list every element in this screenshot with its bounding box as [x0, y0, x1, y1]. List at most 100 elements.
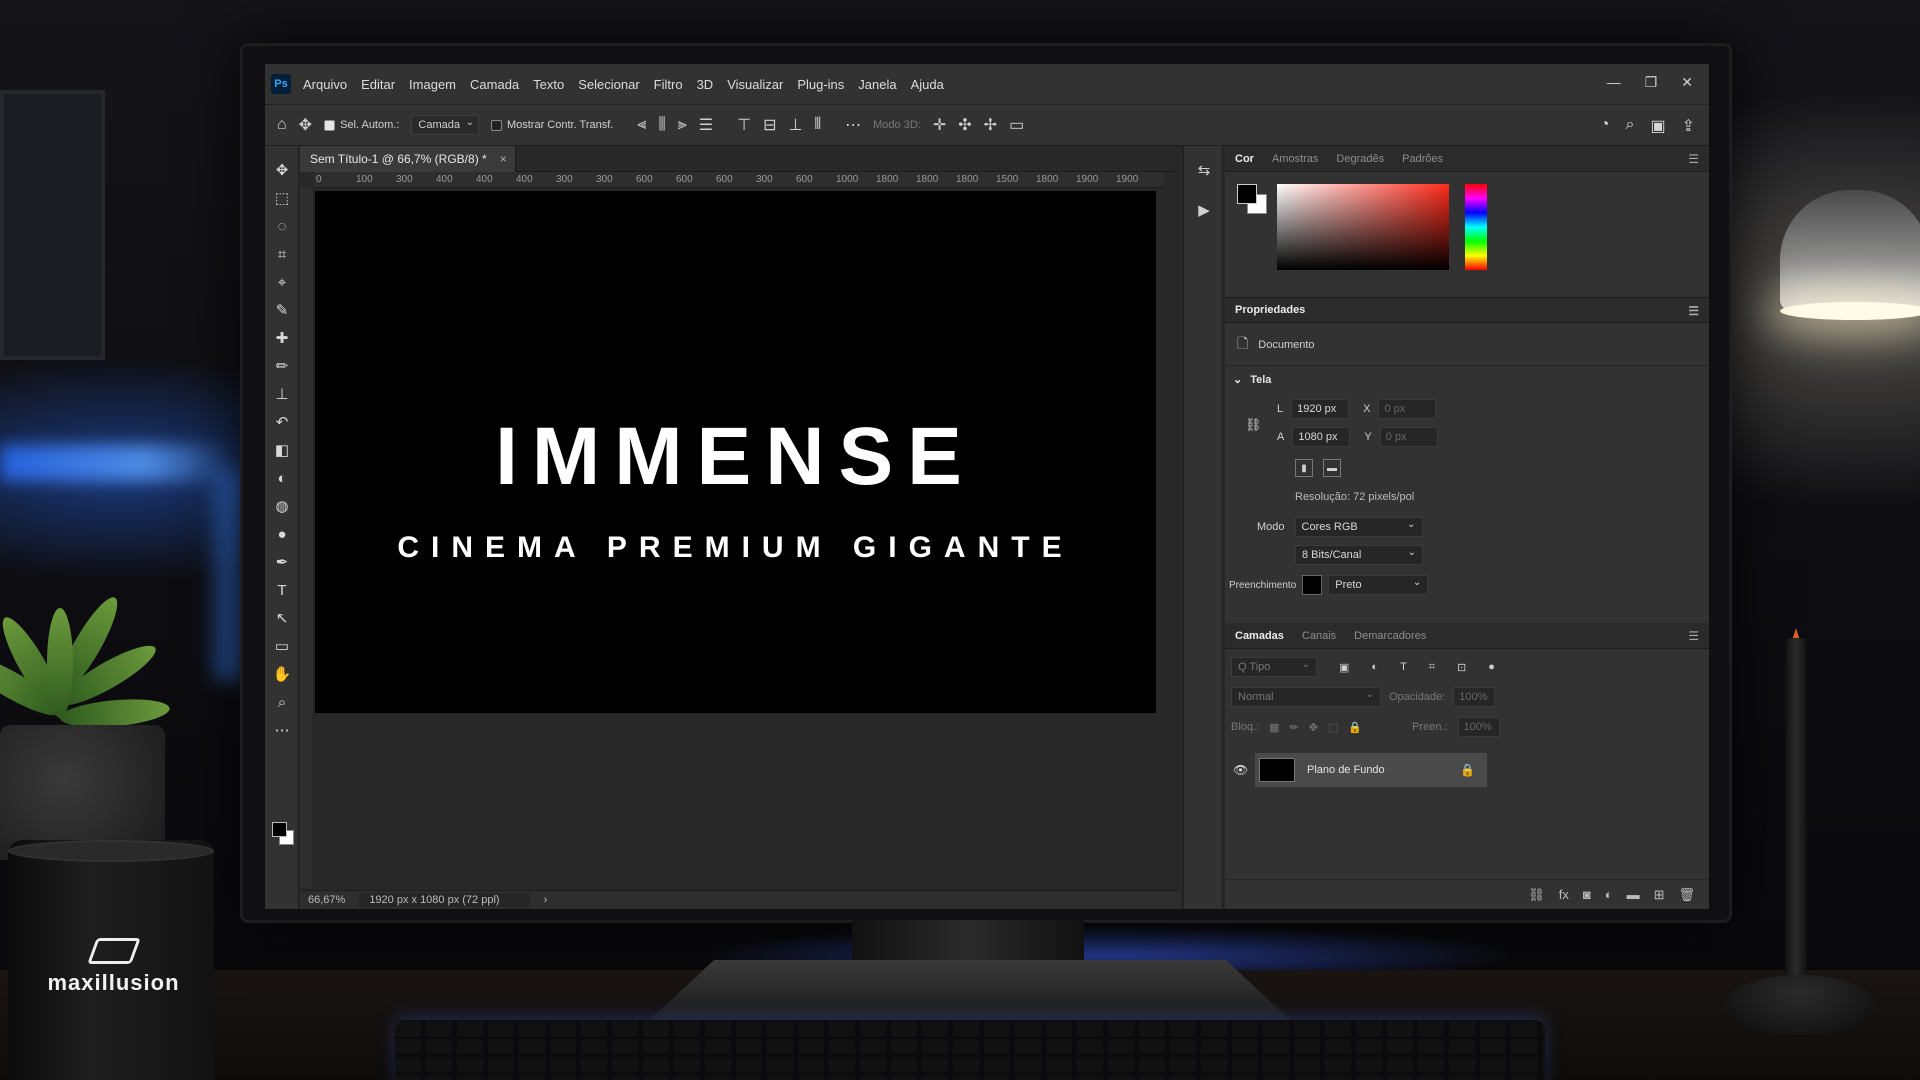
tab-padroes[interactable]: Padrões: [1402, 153, 1443, 165]
tab-cor[interactable]: Cor: [1235, 153, 1254, 165]
lock-pixels-icon[interactable]: ▦: [1269, 721, 1279, 734]
hue-slider[interactable]: [1465, 184, 1487, 270]
align-left-icon[interactable]: ⫷: [637, 116, 646, 134]
color-mode-dropdown[interactable]: Cores RGB: [1294, 517, 1423, 537]
menu-selecionar[interactable]: Selecionar: [578, 77, 639, 92]
eraser-tool-icon[interactable]: ◧: [265, 436, 299, 464]
layer-row[interactable]: 👁 Plano de Fundo 🔒: [1233, 753, 1487, 787]
type-tool-icon[interactable]: T: [265, 576, 299, 604]
document-info[interactable]: 1920 px x 1080 px (72 ppl): [359, 893, 530, 907]
move-tool-icon[interactable]: ✥: [265, 156, 299, 184]
filter-adjust-icon[interactable]: ◐: [1371, 661, 1378, 673]
color-picker-field[interactable]: [1277, 184, 1449, 270]
more-options-icon[interactable]: ⋯: [845, 115, 861, 135]
delete-layer-icon[interactable]: 🗑: [1678, 887, 1695, 903]
gradient-tool-icon[interactable]: ◐: [265, 464, 299, 492]
document-tab[interactable]: Sem Título-1 @ 66,7% (RGB/8) * ×: [300, 146, 516, 172]
tab-demarcadores[interactable]: Demarcadores: [1354, 630, 1426, 642]
layers-menu-icon[interactable]: ☰: [1688, 629, 1699, 643]
actions-panel-icon[interactable]: ▶: [1184, 194, 1224, 226]
stamp-tool-icon[interactable]: ⊥: [265, 380, 299, 408]
menu-janela[interactable]: Janela: [858, 77, 896, 92]
align-right-icon[interactable]: ⫸: [678, 116, 687, 134]
align-middle-icon[interactable]: ⊟: [763, 115, 776, 135]
pen-tool-icon[interactable]: ✒: [265, 548, 299, 576]
auto-select-box[interactable]: [324, 119, 336, 131]
distribute-icon[interactable]: ☰: [699, 115, 713, 135]
orbit-3d-icon[interactable]: ✛: [933, 115, 946, 135]
adjustment-layer-icon[interactable]: ◐: [1605, 887, 1613, 902]
align-center-icon[interactable]: ⫼: [658, 116, 665, 134]
x-input[interactable]: 0 px: [1378, 399, 1437, 419]
color-foreground-swatch[interactable]: [1237, 184, 1257, 204]
move-tool-preset-icon[interactable]: ✥: [299, 115, 312, 135]
distribute-vertical-icon[interactable]: ⫴: [814, 116, 821, 134]
auto-select-checkbox[interactable]: Sel. Autom.:: [324, 119, 399, 131]
fill-pct-input[interactable]: 100%: [1457, 717, 1500, 737]
bit-depth-dropdown[interactable]: 8 Bits/Canal: [1295, 545, 1423, 565]
learn-icon[interactable]: ◔: [1600, 116, 1610, 136]
menu-camada[interactable]: Camada: [470, 77, 519, 92]
menu-arquivo[interactable]: Arquivo: [303, 77, 347, 92]
canvas[interactable]: IMMENSE CINEMA PREMIUM GIGANTE: [315, 191, 1156, 713]
search-icon[interactable]: ⌕: [1626, 116, 1635, 136]
portrait-icon[interactable]: ▮: [1295, 459, 1313, 477]
link-layers-icon[interactable]: ⛓: [1528, 887, 1545, 903]
width-input[interactable]: 1920 px: [1291, 399, 1350, 419]
edit-toolbar-icon[interactable]: ⋯: [265, 716, 299, 744]
canvas-section[interactable]: ⌄ Tela: [1233, 373, 1271, 387]
shape-tool-icon[interactable]: ▭: [265, 632, 299, 660]
layer-filter-dropdown[interactable]: Q Tipo: [1231, 657, 1317, 677]
marquee-tool-icon[interactable]: ⬚: [265, 184, 299, 212]
hand-tool-icon[interactable]: ✋: [265, 660, 299, 688]
path-select-tool-icon[interactable]: ↖: [265, 604, 299, 632]
eye-icon[interactable]: 👁: [1233, 763, 1248, 777]
add-mask-icon[interactable]: ◙: [1583, 887, 1591, 902]
lock-paint-icon[interactable]: ✏: [1290, 721, 1299, 734]
workspace-icon[interactable]: ▣: [1650, 116, 1665, 136]
object-select-tool-icon[interactable]: ⌗: [265, 240, 299, 268]
zoom-level[interactable]: 66,67%: [308, 894, 345, 906]
new-layer-icon[interactable]: ⊞: [1654, 887, 1665, 903]
menu-ajuda[interactable]: Ajuda: [911, 77, 944, 92]
healing-brush-tool-icon[interactable]: ✚: [265, 324, 299, 352]
pan-3d-icon[interactable]: ✣: [958, 115, 971, 135]
height-input[interactable]: 1080 px: [1292, 427, 1351, 447]
menu-imagem[interactable]: Imagem: [409, 77, 456, 92]
history-panel-icon[interactable]: ⇆: [1184, 154, 1224, 186]
tab-camadas[interactable]: Camadas: [1235, 630, 1284, 642]
filter-pixel-icon[interactable]: ▣: [1339, 661, 1349, 674]
menu-visualizar[interactable]: Visualizar: [727, 77, 783, 92]
lock-artboard-icon[interactable]: ⬚: [1328, 721, 1338, 734]
menu-3d[interactable]: 3D: [697, 77, 714, 92]
lock-position-icon[interactable]: ✥: [1309, 721, 1318, 734]
menu-editar[interactable]: Editar: [361, 77, 395, 92]
tab-canais[interactable]: Canais: [1302, 630, 1336, 642]
new-group-icon[interactable]: ▬: [1627, 887, 1640, 902]
properties-menu-icon[interactable]: ☰: [1688, 304, 1699, 318]
layer-style-icon[interactable]: fx: [1559, 887, 1569, 902]
show-transform-checkbox[interactable]: Mostrar Contr. Transf.: [490, 119, 613, 131]
landscape-icon[interactable]: ▬: [1323, 459, 1341, 477]
fill-color-swatch[interactable]: [1302, 575, 1323, 595]
panel-menu-icon[interactable]: ☰: [1688, 152, 1699, 166]
brush-tool-icon[interactable]: ✏: [265, 352, 299, 380]
history-brush-tool-icon[interactable]: ↶: [265, 408, 299, 436]
eyedropper-tool-icon[interactable]: ✎: [265, 296, 299, 324]
share-icon[interactable]: ⇪: [1682, 116, 1695, 136]
y-input[interactable]: 0 px: [1379, 427, 1438, 447]
menu-plugins[interactable]: Plug-ins: [797, 77, 844, 92]
home-icon[interactable]: ⌂: [277, 116, 287, 134]
paint-bucket-tool-icon[interactable]: ◍: [265, 492, 299, 520]
filter-smart-icon[interactable]: ⊡: [1457, 661, 1466, 674]
show-transform-box[interactable]: [490, 119, 502, 131]
menu-filtro[interactable]: Filtro: [654, 77, 683, 92]
fill-dropdown[interactable]: Preto: [1328, 575, 1429, 595]
filter-type-icon[interactable]: T: [1400, 661, 1407, 673]
menu-texto[interactable]: Texto: [533, 77, 564, 92]
dodge-tool-icon[interactable]: ●: [265, 520, 299, 548]
opacity-input[interactable]: 100%: [1453, 687, 1496, 707]
filter-toggle-icon[interactable]: ●: [1488, 661, 1495, 673]
align-bottom-icon[interactable]: ⊥: [788, 115, 802, 135]
slide-3d-icon[interactable]: ✢: [984, 115, 997, 135]
